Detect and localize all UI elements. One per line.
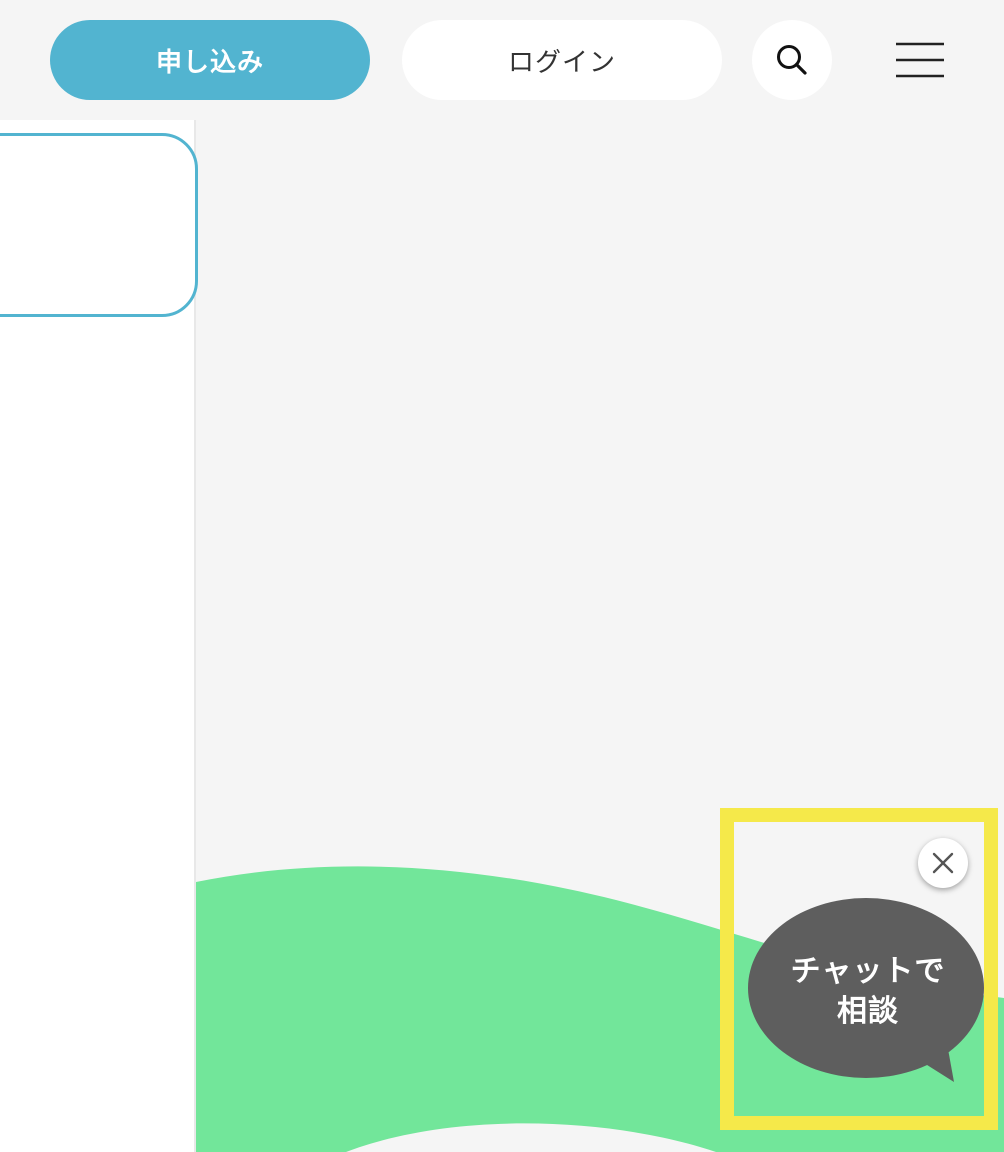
menu-button[interactable]: [890, 36, 950, 84]
chat-close-button[interactable]: [918, 838, 968, 888]
close-icon: [932, 852, 954, 874]
hamburger-menu-icon: [896, 42, 944, 78]
apply-button[interactable]: 申し込み: [50, 20, 370, 100]
search-icon: [777, 45, 807, 75]
header: 申し込み ログイン: [0, 0, 1004, 120]
search-button[interactable]: [752, 20, 832, 100]
outlined-card[interactable]: [0, 133, 198, 317]
chat-button[interactable]: [748, 898, 984, 1082]
login-button[interactable]: ログイン: [402, 20, 722, 100]
